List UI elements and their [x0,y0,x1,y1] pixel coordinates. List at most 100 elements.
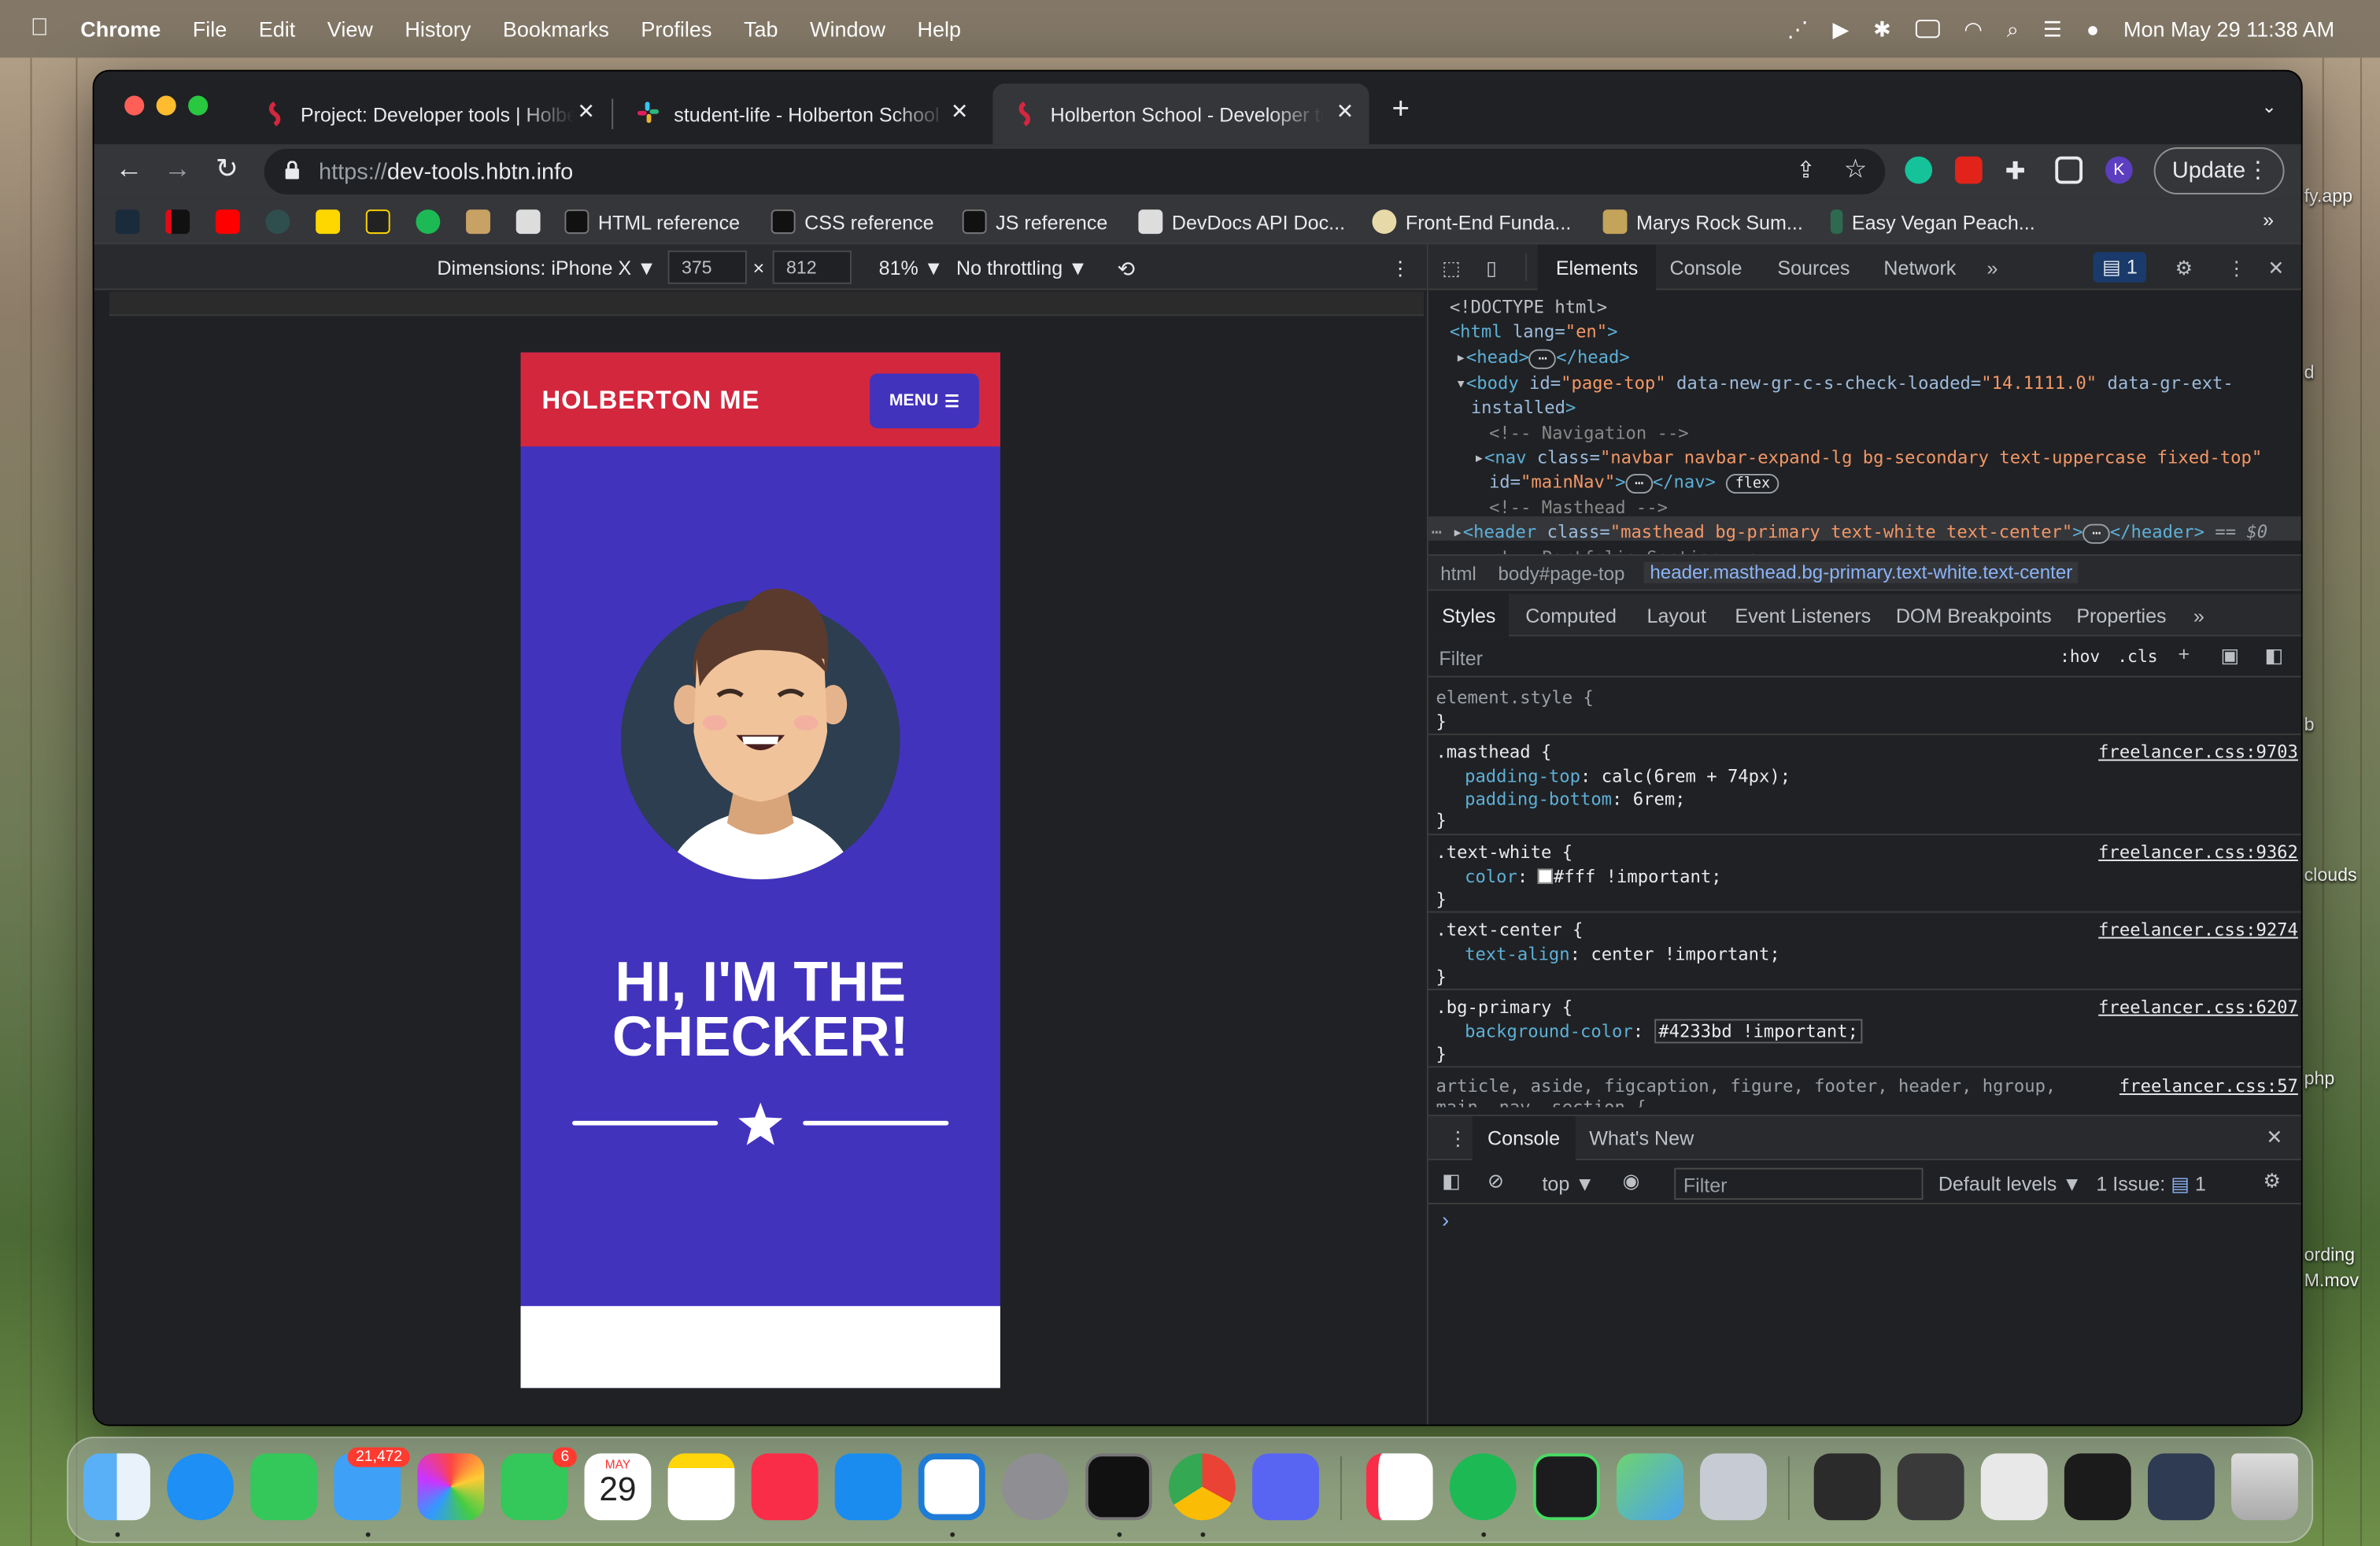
app-store-icon[interactable] [834,1453,902,1521]
console-prompt[interactable]: › [1442,1208,1449,1232]
collapsed-ellipsis[interactable]: ⋯ [2082,523,2110,544]
more-bookmarks-chevron[interactable]: » [2263,208,2274,231]
tab-close-icon[interactable]: ✕ [1336,98,1354,124]
app-menu[interactable]: Chrome [80,17,161,41]
forward-arrow-icon[interactable]: → [164,153,191,186]
discord-icon[interactable] [1252,1453,1319,1521]
rule-bg-primary[interactable]: .bg-primary { freelancer.css:6207 backgr… [1428,990,2301,1068]
paint-icon[interactable]: ▣ [2221,644,2240,668]
wifi-icon[interactable]: ◠ [1964,16,1983,42]
side-panel-icon[interactable] [2055,156,2083,184]
profile-avatar[interactable]: K [2105,156,2133,184]
minimized-window-icon[interactable] [2147,1453,2215,1521]
dom-doctype[interactable]: <!DOCTYPE html> [1450,294,1607,319]
minimize-window-button[interactable] [156,95,176,116]
minimized-window-icon[interactable] [1980,1453,2048,1521]
finder-icon[interactable] [83,1453,150,1521]
netflix-bookmark-icon[interactable] [165,209,190,235]
desktop-file-label[interactable]: fy.app [2304,185,2352,206]
spotify-icon[interactable] [1449,1453,1517,1521]
color-swatch[interactable] [1538,868,1554,884]
bluetooth-icon[interactable]: ✱ [1873,16,1891,42]
apple-menu-icon[interactable]:  [31,15,49,43]
breadcrumb-body[interactable]: body#page-top [1499,564,1625,585]
photos-icon[interactable] [417,1453,485,1521]
battery-icon[interactable] [1915,20,1940,39]
tab-styles[interactable]: Styles [1428,594,1510,637]
bookmark-vegan-peach[interactable]: Easy Vegan Peach... [1830,209,2035,235]
spotlight-icon[interactable]: ⌕ [2007,16,2019,42]
bookmark-html-reference[interactable]: HTML reference [564,209,740,235]
bookmark-icon[interactable] [316,209,341,235]
media-query-ruler[interactable] [109,291,1425,316]
breadcrumb-html[interactable]: html [1440,564,1476,585]
trash-icon[interactable] [2231,1453,2298,1521]
desktop-file-label[interactable]: b [2304,714,2315,735]
extensions-puzzle-icon[interactable]: ✚ [2005,157,2033,186]
rule-source-link[interactable]: freelancer.css:9274 [2098,917,2298,941]
tab-holberton-developer-tools[interactable]: Holberton School - Developer tools ✕ [992,83,1369,145]
close-devtools-icon[interactable]: ✕ [2267,257,2284,281]
dom-header-selected[interactable]: ⋯ ▸<header class="masthead bg-primary te… [1432,520,2267,544]
bookmark-icon[interactable] [516,209,541,235]
new-tab-icon[interactable]: + [1392,93,1410,128]
settings-gear-icon[interactable]: ⚙ [2175,257,2193,281]
pdf-extension-icon[interactable] [1955,156,1983,184]
tab-close-icon[interactable]: ✕ [951,98,969,124]
share-icon[interactable]: ⇪ [1796,157,1815,184]
console-filter-input[interactable]: Filter [1674,1167,1924,1200]
css-property[interactable]: padding-bottom [1465,788,1612,809]
css-value-editing[interactable]: #4233bd !important; [1654,1019,1863,1044]
collapsed-ellipsis[interactable]: ⋯ [1529,349,1557,369]
youtube-bookmark-icon[interactable] [215,209,240,235]
more-tabs-chevron[interactable]: » [1987,257,1998,279]
viewport-width-input[interactable]: 375 [667,250,747,284]
tab-project-developer-tools[interactable]: Project: Developer tools | Holberton ✕ [243,83,611,144]
minimized-window-icon[interactable] [2064,1453,2131,1521]
reload-icon[interactable]: ↻ [216,153,238,186]
rule-source-link[interactable]: freelancer.css:9362 [2098,840,2298,864]
tab-properties[interactable]: Properties [2076,605,2166,627]
zoom-select[interactable]: 81% ▼ [879,257,944,279]
site-brand[interactable]: HOLBERTON ME [542,386,760,416]
log-levels-select[interactable]: Default levels ▼ [1938,1172,2082,1195]
css-value[interactable]: : calc(6rem + 74px); [1580,765,1791,786]
spotify-bookmark-icon[interactable] [416,209,441,235]
rule-masthead[interactable]: .masthead { freelancer.css:9703 padding-… [1428,735,2301,836]
menu-profiles[interactable]: Profiles [641,17,711,41]
news-icon[interactable] [1366,1453,1433,1521]
css-value[interactable]: #fff !important; [1554,866,1722,887]
rule-user-agent[interactable]: article, aside, figcaption, figure, foot… [1428,1067,2301,1108]
menu-window[interactable]: Window [810,17,885,41]
menu-help[interactable]: Help [918,17,962,41]
close-drawer-icon[interactable]: ✕ [2266,1126,2282,1150]
tab-event-listeners[interactable]: Event Listeners [1735,605,1871,627]
notes-icon[interactable] [667,1453,735,1521]
styles-filter-input[interactable]: Filter [1428,641,2039,675]
music-icon[interactable] [751,1453,819,1521]
grammarly-extension-icon[interactable] [1905,156,1933,184]
dom-html[interactable]: <html lang="en"> [1450,319,1618,343]
menu-file[interactable]: File [193,17,227,41]
chrome-icon[interactable] [1169,1453,1236,1521]
menu-tab[interactable]: Tab [744,17,778,41]
css-property[interactable]: text-align [1465,943,1570,964]
siri-icon[interactable]: ● [2086,17,2099,41]
dom-nav[interactable]: ▸<nav class="navbar navbar-expand-lg bg-… [1474,445,2263,469]
drawer-menu-icon[interactable]: ⋮ [1448,1127,1468,1152]
address-bar[interactable]: https://dev-tools.hbtn.info ⇪ ☆ [264,149,1886,194]
play-icon[interactable]: ▶ [1832,16,1849,42]
menubar-clock[interactable]: Mon May 29 11:38 AM [2123,17,2334,41]
minimized-window-icon[interactable] [1897,1453,1964,1521]
tab-search-chevron-icon[interactable]: ⌄ [2261,96,2276,117]
calendar-icon[interactable]: MAY 29 [584,1453,652,1521]
dom-comment[interactable]: <!-- Navigation --> [1489,420,1689,445]
messages-icon[interactable] [250,1453,318,1521]
mail-icon[interactable]: 21,472 [334,1447,410,1521]
menu-history[interactable]: History [405,17,471,41]
tab-console[interactable]: Console [1669,257,1742,279]
css-value[interactable]: : 6rem; [1612,788,1685,809]
hov-toggle[interactable]: :hov [2060,647,2100,667]
context-select[interactable]: top ▼ [1542,1172,1595,1195]
rule-source-link[interactable]: freelancer.css:9703 [2098,740,2298,764]
